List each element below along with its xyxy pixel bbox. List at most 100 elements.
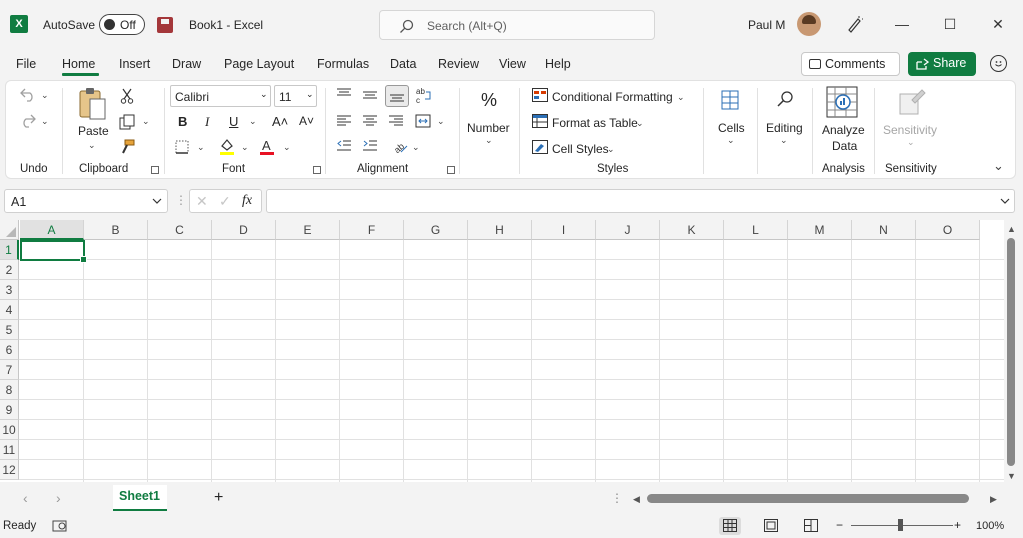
column-header-d[interactable]: D <box>212 220 276 240</box>
undo-dropdown-icon[interactable]: ⌄ <box>41 90 49 101</box>
borders-dropdown-icon[interactable]: ⌄ <box>197 142 205 153</box>
sheet-tab-sheet1[interactable]: Sheet1 <box>113 485 167 511</box>
row-header-11[interactable]: 11 <box>0 440 19 460</box>
save-icon[interactable] <box>157 17 173 33</box>
row-header-8[interactable]: 8 <box>0 380 19 400</box>
analyze-data-label-2[interactable]: Data <box>832 139 857 153</box>
column-header-i[interactable]: I <box>532 220 596 240</box>
row-header-1[interactable]: 1 <box>0 240 19 260</box>
editing-dropdown-icon[interactable]: ⌄ <box>780 135 788 146</box>
column-header-g[interactable]: G <box>404 220 468 240</box>
undo-icon[interactable] <box>19 88 37 102</box>
maximize-button[interactable]: ☐ <box>940 14 960 34</box>
avatar[interactable] <box>797 12 821 36</box>
row-header-3[interactable]: 3 <box>0 280 19 300</box>
bold-button[interactable]: B <box>178 114 187 129</box>
redo-icon[interactable] <box>19 114 37 128</box>
horizontal-scroll-thumb[interactable] <box>647 494 969 503</box>
share-button[interactable]: Share <box>908 52 976 76</box>
analyze-data-icon[interactable] <box>826 86 858 118</box>
orientation-dropdown-icon[interactable]: ⌄ <box>412 142 420 153</box>
accessibility-icon[interactable] <box>52 519 68 533</box>
conditional-formatting-icon[interactable] <box>532 88 548 102</box>
align-middle-icon[interactable] <box>363 90 377 102</box>
merge-center-icon[interactable] <box>415 114 431 128</box>
column-header-b[interactable]: B <box>84 220 148 240</box>
feedback-smile-icon[interactable] <box>990 55 1007 72</box>
font-name-select[interactable]: Calibri ⌄ <box>170 85 271 107</box>
copy-dropdown-icon[interactable]: ⌄ <box>142 116 150 127</box>
orientation-icon[interactable]: ab <box>392 138 408 154</box>
tab-view[interactable]: View <box>499 57 526 71</box>
font-size-select[interactable]: 11 ⌄ <box>274 85 317 107</box>
fill-color-icon[interactable] <box>219 138 235 156</box>
align-bottom-button[interactable] <box>385 85 409 107</box>
page-break-view-button[interactable] <box>800 517 822 535</box>
scroll-down-icon[interactable]: ▼ <box>1007 471 1016 481</box>
cut-icon[interactable] <box>120 88 134 104</box>
column-header-m[interactable]: M <box>788 220 852 240</box>
paste-dropdown-icon[interactable]: ⌄ <box>88 140 96 151</box>
clipboard-launcher-icon[interactable] <box>151 166 159 174</box>
tab-home[interactable]: Home <box>62 57 95 71</box>
row-header-2[interactable]: 2 <box>0 260 19 280</box>
percent-icon[interactable]: % <box>481 90 497 111</box>
tab-data[interactable]: Data <box>390 57 416 71</box>
column-header-h[interactable]: H <box>468 220 532 240</box>
vertical-scroll-thumb[interactable] <box>1007 238 1015 466</box>
close-button[interactable]: ✕ <box>988 14 1008 34</box>
shrink-font-button[interactable]: A˅ <box>299 114 314 128</box>
row-header-7[interactable]: 7 <box>0 360 19 380</box>
underline-dropdown-icon[interactable]: ⌄ <box>249 116 257 127</box>
name-box[interactable]: A1 <box>4 189 168 213</box>
sensitivity-dropdown-icon[interactable]: ⌄ <box>907 137 915 148</box>
column-header-o[interactable]: O <box>916 220 980 240</box>
worksheet-grid[interactable]: A B C D E F G H I J K L M N O 1 2 3 4 5 6 7 8 9 10 11 12 <box>0 220 1004 482</box>
align-right-icon[interactable] <box>389 115 403 127</box>
zoom-out-button[interactable]: − <box>836 518 843 532</box>
enter-icon[interactable]: ✓ <box>219 193 231 210</box>
alignment-launcher-icon[interactable] <box>447 166 455 174</box>
zoom-slider-thumb[interactable] <box>898 519 903 531</box>
column-header-e[interactable]: E <box>276 220 340 240</box>
next-sheet-icon[interactable]: › <box>56 490 61 506</box>
analyze-data-label-1[interactable]: Analyze <box>822 123 865 137</box>
tab-help[interactable]: Help <box>545 57 571 71</box>
column-header-c[interactable]: C <box>148 220 212 240</box>
cell-styles-dropdown-icon[interactable]: ⌄ <box>607 144 615 155</box>
coauthoring-pen-icon[interactable] <box>846 15 864 33</box>
minimize-button[interactable]: — <box>892 14 912 34</box>
selected-cell-a1[interactable] <box>20 240 87 263</box>
prev-sheet-icon[interactable]: ‹ <box>23 490 28 506</box>
number-dropdown-icon[interactable]: ⌄ <box>485 135 493 146</box>
sensitivity-button[interactable]: Sensitivity <box>883 123 937 137</box>
format-as-table-dropdown-icon[interactable]: ⌄ <box>636 118 644 129</box>
align-left-icon[interactable] <box>337 115 351 127</box>
column-header-f[interactable]: F <box>340 220 404 240</box>
row-header-4[interactable]: 4 <box>0 300 19 320</box>
expand-formula-chevron-icon[interactable] <box>1000 198 1010 205</box>
decrease-indent-icon[interactable] <box>337 140 351 152</box>
paste-label[interactable]: Paste <box>78 124 109 138</box>
editing-button[interactable]: Editing <box>766 121 803 135</box>
grow-font-button[interactable]: A˄ <box>272 114 288 129</box>
tab-review[interactable]: Review <box>438 57 479 71</box>
comments-button[interactable]: Comments <box>801 52 900 76</box>
tab-draw[interactable]: Draw <box>172 57 201 71</box>
column-header-a[interactable]: A <box>20 220 84 240</box>
paste-icon[interactable] <box>78 87 108 121</box>
cell-styles-icon[interactable] <box>532 140 548 154</box>
font-launcher-icon[interactable] <box>313 166 321 174</box>
conditional-formatting-dropdown-icon[interactable]: ⌄ <box>677 92 685 103</box>
zoom-in-button[interactable]: + <box>954 518 961 532</box>
font-color-icon[interactable]: A <box>259 138 275 156</box>
tab-formulas[interactable]: Formulas <box>317 57 369 71</box>
normal-view-button[interactable] <box>719 517 741 535</box>
insert-function-button[interactable]: fx <box>242 193 252 209</box>
align-top-icon[interactable] <box>337 88 351 100</box>
zoom-level[interactable]: 100% <box>976 520 1004 532</box>
scroll-left-icon[interactable]: ◀ <box>633 494 640 505</box>
user-name[interactable]: Paul M <box>748 18 785 32</box>
row-header-12[interactable]: 12 <box>0 460 19 480</box>
cells-dropdown-icon[interactable]: ⌄ <box>727 135 735 146</box>
